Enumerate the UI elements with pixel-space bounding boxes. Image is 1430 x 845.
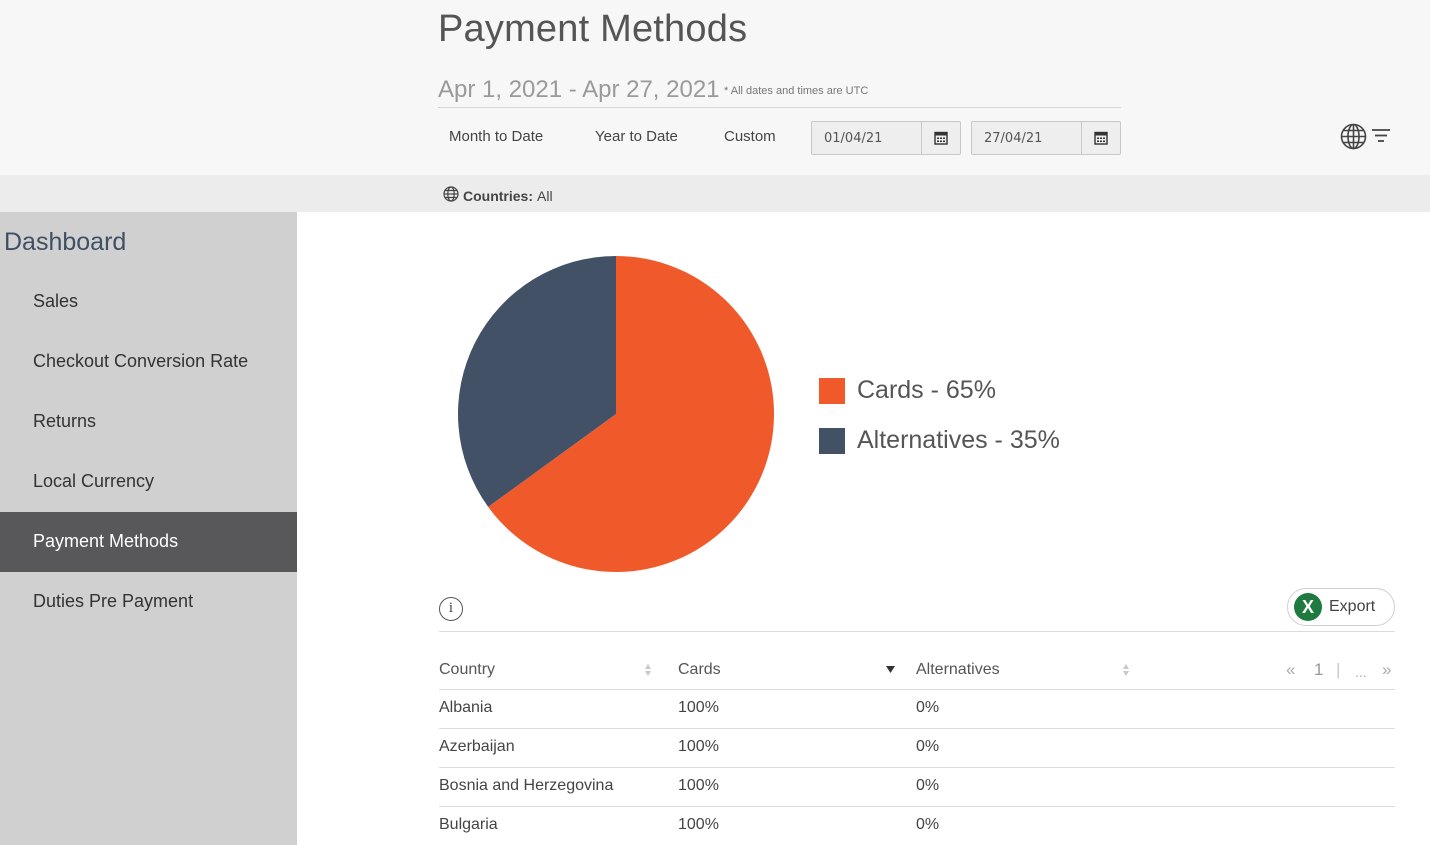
calendar-icon[interactable] — [921, 122, 960, 154]
column-header-alternatives[interactable]: Alternatives — [916, 661, 1000, 679]
end-date-field[interactable]: 27/04/21 — [971, 121, 1121, 155]
sidebar: Dashboard Sales Checkout Conversion Rate… — [0, 212, 297, 845]
sidebar-title: Dashboard — [4, 228, 127, 256]
export-button[interactable]: X Export — [1287, 588, 1395, 626]
globe-icon — [443, 186, 459, 205]
page-header: Payment Methods Apr 1, 2021 - Apr 27, 20… — [0, 0, 1430, 175]
legend-label-cards: Cards - 65% — [857, 376, 996, 404]
calendar-icon[interactable] — [1081, 122, 1120, 154]
column-header-cards[interactable]: Cards — [678, 661, 721, 679]
legend-label-alternatives: Alternatives - 35% — [857, 426, 1060, 454]
cell-alternatives: 0% — [916, 816, 940, 833]
countries-value: All — [537, 187, 553, 204]
pager-page-1[interactable]: 1 — [1314, 660, 1323, 680]
legend-item-cards: Cards - 65% — [819, 376, 996, 405]
sort-icon[interactable] — [1122, 662, 1130, 683]
pager-ellipsis: ... — [1355, 664, 1367, 680]
column-header-country[interactable]: Country — [439, 661, 495, 679]
header-divider — [438, 107, 1121, 108]
month-to-date-button[interactable]: Month to Date — [449, 128, 543, 145]
globe-icon[interactable] — [1340, 123, 1367, 155]
sidebar-item-returns[interactable]: Returns — [0, 392, 297, 452]
cell-country: Azerbaijan — [439, 738, 515, 755]
sidebar-item-checkout-conversion-rate[interactable]: Checkout Conversion Rate — [0, 332, 297, 392]
page-title: Payment Methods — [438, 8, 748, 50]
cell-country: Albania — [439, 699, 493, 716]
sidebar-item-local-currency[interactable]: Local Currency — [0, 452, 297, 512]
pager-separator: | — [1336, 660, 1341, 679]
countries-label: Countries: — [463, 187, 533, 204]
table-top-divider — [439, 631, 1395, 632]
cell-cards: 100% — [678, 816, 719, 833]
excel-icon: X — [1294, 593, 1322, 621]
cell-alternatives: 0% — [916, 699, 940, 716]
sidebar-item-payment-methods[interactable]: Payment Methods — [0, 512, 297, 572]
legend-swatch-cards — [819, 377, 845, 404]
sort-desc-icon[interactable] — [885, 662, 896, 683]
legend-swatch-alternatives — [819, 427, 845, 454]
cell-alternatives: 0% — [916, 777, 940, 794]
filter-icon[interactable] — [1371, 128, 1391, 149]
info-icon[interactable]: i — [439, 597, 463, 621]
year-to-date-button[interactable]: Year to Date — [595, 128, 678, 145]
header-row-divider — [439, 689, 1395, 690]
sidebar-item-duties-pre-payment[interactable]: Duties Pre Payment — [0, 572, 297, 632]
pager-last[interactable]: » — [1382, 660, 1391, 680]
payment-methods-pie-chart — [458, 256, 774, 572]
date-range-label: Apr 1, 2021 - Apr 27, 2021 — [438, 76, 720, 103]
cell-cards: 100% — [678, 738, 719, 755]
cell-cards: 100% — [678, 777, 719, 794]
countries-filter[interactable]: Countries: All — [443, 186, 553, 205]
row-divider — [439, 767, 1395, 768]
cell-country: Bosnia and Herzegovina — [439, 777, 614, 794]
pager-first[interactable]: « — [1286, 660, 1295, 680]
cell-cards: 100% — [678, 699, 719, 716]
custom-range-button[interactable]: Custom — [724, 128, 776, 145]
export-label: Export — [1329, 598, 1376, 615]
cell-country: Bulgaria — [439, 816, 498, 833]
sort-icon[interactable] — [644, 662, 652, 683]
start-date-value[interactable]: 01/04/21 — [812, 122, 921, 154]
end-date-value[interactable]: 27/04/21 — [972, 122, 1081, 154]
row-divider — [439, 806, 1395, 807]
row-divider — [439, 728, 1395, 729]
sidebar-item-sales[interactable]: Sales — [0, 272, 297, 332]
filter-bar: Countries: All — [0, 175, 1430, 212]
utc-note: * All dates and times are UTC — [724, 85, 869, 97]
start-date-field[interactable]: 01/04/21 — [811, 121, 961, 155]
legend-item-alternatives: Alternatives - 35% — [819, 426, 1060, 455]
cell-alternatives: 0% — [916, 738, 940, 755]
